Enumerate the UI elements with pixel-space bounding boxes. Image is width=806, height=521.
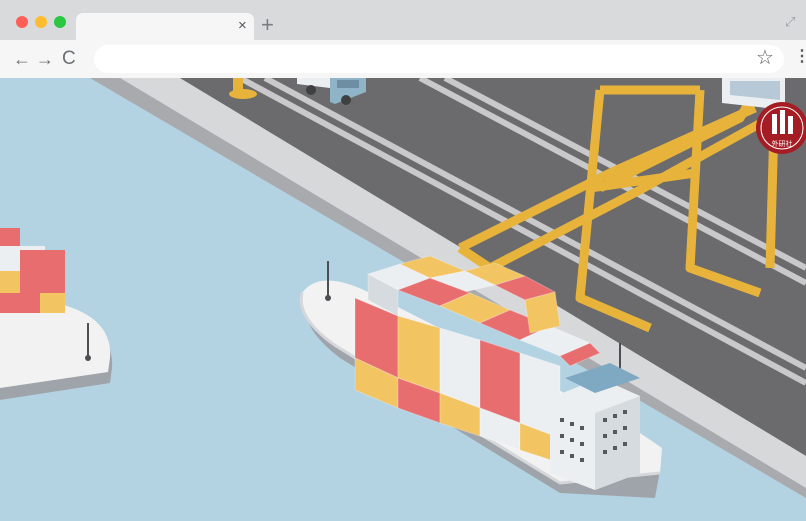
reload-button[interactable]: C (62, 49, 76, 69)
bookmark-star-icon[interactable]: ☆ (756, 47, 774, 69)
fullscreen-icon[interactable]: ⤢ (785, 14, 795, 30)
close-window-button[interactable] (16, 16, 28, 28)
close-tab-icon[interactable]: × (238, 17, 247, 35)
back-button[interactable]: ← (13, 49, 31, 69)
page-content: 外研社 (0, 78, 806, 521)
forward-button[interactable]: → (36, 49, 54, 69)
browser-tab[interactable] (76, 13, 254, 40)
tab-strip: × + ⤢ (0, 0, 806, 40)
new-tab-button[interactable]: + (261, 13, 274, 37)
publisher-logo-badge: 外研社 (756, 102, 806, 154)
browser-menu-icon[interactable]: ⋮ (794, 46, 806, 68)
zoom-window-button[interactable] (54, 16, 66, 28)
browser-window: × + ⤢ ← → C ☆ ⋮ 外研社 (0, 0, 806, 521)
port-illustration: 外研社 (0, 78, 806, 521)
minimize-window-button[interactable] (35, 16, 47, 28)
badge-text: 外研社 (772, 139, 793, 148)
address-bar[interactable] (94, 45, 784, 73)
